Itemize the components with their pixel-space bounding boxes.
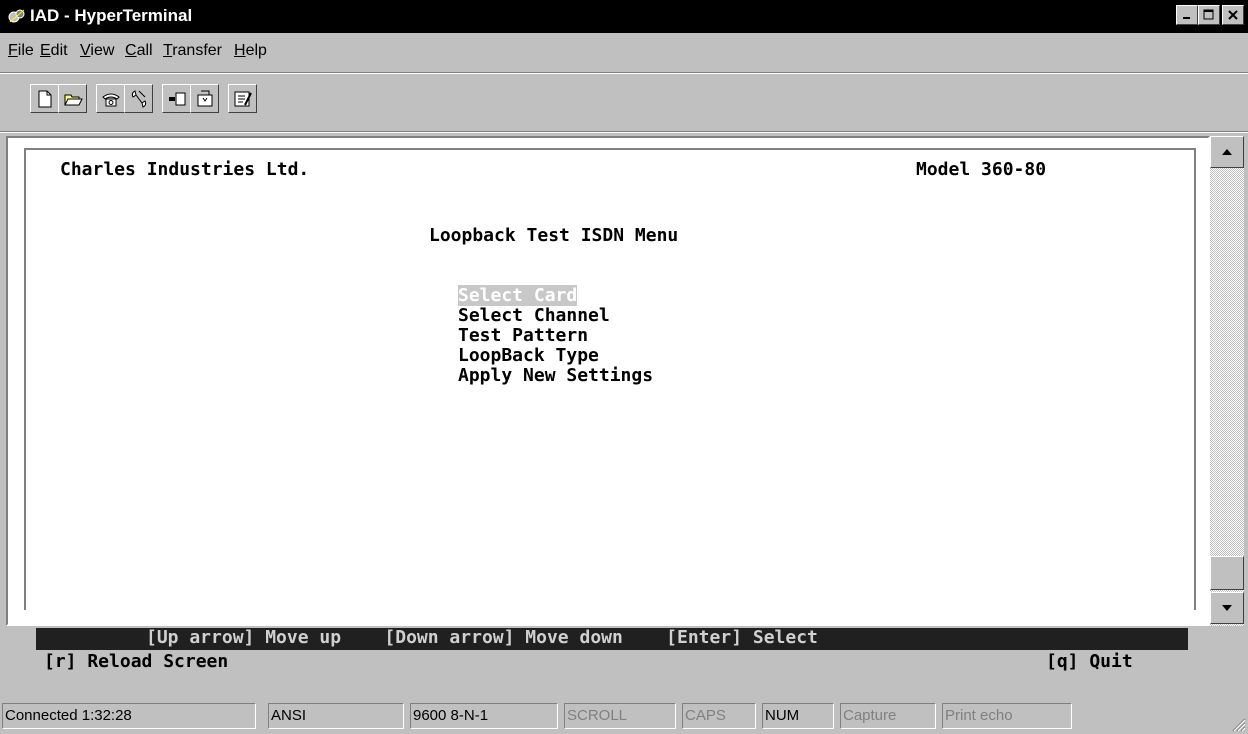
new-button[interactable] [30, 84, 59, 113]
minimize-icon [1183, 17, 1190, 19]
option-select-card-label: Select Card [458, 285, 578, 306]
scroll-lock-indicator: SCROLL [564, 703, 676, 729]
scrollbar-thumb[interactable] [1210, 556, 1244, 590]
receive-icon [197, 90, 212, 106]
option-apply-new-settings[interactable]: Apply New Settings [458, 366, 653, 386]
vertical-scrollbar[interactable] [1210, 136, 1244, 626]
menu-bar: File Edit View Call Transfer Help [0, 33, 1248, 71]
connect-icon [101, 93, 120, 106]
menu-transfer-accel: T [163, 42, 173, 59]
title-bar: IAD - HyperTerminal [0, 0, 1248, 33]
connection-status: Connected 1:32:28 [2, 703, 256, 729]
menu-transfer[interactable]: Transfer [163, 42, 222, 60]
menu-edit-accel: E [40, 42, 51, 59]
open-button[interactable] [58, 84, 87, 113]
disconnect-button[interactable] [124, 84, 153, 113]
num-lock-indicator: NUM [762, 703, 834, 729]
menu-edit[interactable]: Edit [40, 42, 68, 60]
port-settings-status: 9600 8-N-1 [410, 703, 558, 729]
menu-help-label: elp [245, 42, 267, 59]
scroll-down-icon [1222, 605, 1232, 611]
menu-edit-label: dit [50, 42, 68, 59]
menu-transfer-label: ransfer [172, 42, 222, 59]
window-title: IAD - HyperTerminal [30, 6, 193, 25]
option-loopback-type[interactable]: LoopBack Type [458, 346, 599, 366]
menu-file[interactable]: File [8, 42, 34, 60]
menu-help-accel: H [234, 42, 246, 59]
maximize-icon [1203, 9, 1214, 20]
option-select-channel[interactable]: Select Channel [458, 306, 610, 326]
send-icon [168, 92, 185, 105]
minimize-button[interactable] [1176, 5, 1198, 25]
menu-view[interactable]: View [80, 42, 114, 60]
option-select-card[interactable]: Select Card [458, 285, 578, 306]
open-icon [63, 94, 83, 105]
print-echo-indicator: Print echo [942, 703, 1072, 729]
menu-file-label: ile [17, 42, 34, 59]
quit-hint: [q] Quit [1046, 651, 1133, 672]
toolbar [0, 75, 1248, 131]
properties-button[interactable] [228, 84, 257, 113]
help-line: [Up arrow] Move up [Down arrow] Move dow… [146, 627, 818, 648]
option-test-pattern[interactable]: Test Pattern [458, 326, 588, 346]
menu-call[interactable]: Call [125, 42, 153, 60]
help-bar: [Up arrow] Move up [Down arrow] Move dow… [36, 628, 1188, 650]
disconnect-icon [131, 89, 146, 108]
new-icon [38, 90, 51, 107]
scroll-up-button[interactable] [1210, 136, 1244, 168]
scroll-down-button[interactable] [1210, 592, 1244, 624]
status-bar: Connected 1:32:28 ANSI 9600 8-N-1 SCROLL… [0, 700, 1248, 734]
connect-button[interactable] [96, 84, 125, 113]
receive-button[interactable] [190, 84, 219, 113]
resize-grip-icon[interactable] [1230, 716, 1246, 732]
company-name: Charles Industries Ltd. [60, 159, 310, 180]
capture-indicator: Capture [840, 703, 936, 729]
menu-divider [0, 72, 1248, 74]
menu-view-label: iew [90, 42, 115, 59]
close-button[interactable] [1222, 5, 1244, 25]
model-number: Model 360-80 [916, 159, 1047, 180]
menu-call-label: all [136, 42, 153, 59]
reload-hint: [r] Reload Screen [44, 651, 229, 672]
send-button[interactable] [162, 84, 191, 113]
menu-title: Loopback Test ISDN Menu [429, 225, 679, 246]
scroll-up-icon [1222, 149, 1232, 155]
menu-file-accel: F [8, 42, 18, 59]
close-icon [1228, 10, 1238, 20]
caps-lock-indicator: CAPS [682, 703, 756, 729]
emulation-status: ANSI [268, 703, 404, 729]
maximize-button[interactable] [1198, 5, 1220, 25]
menu-call-accel: C [125, 42, 137, 59]
menu-view-accel: V [80, 42, 91, 59]
menu-help[interactable]: Help [234, 42, 267, 60]
hyperterminal-app-icon[interactable] [8, 8, 26, 24]
properties-icon [234, 91, 252, 106]
toolbar-divider [0, 131, 1248, 133]
